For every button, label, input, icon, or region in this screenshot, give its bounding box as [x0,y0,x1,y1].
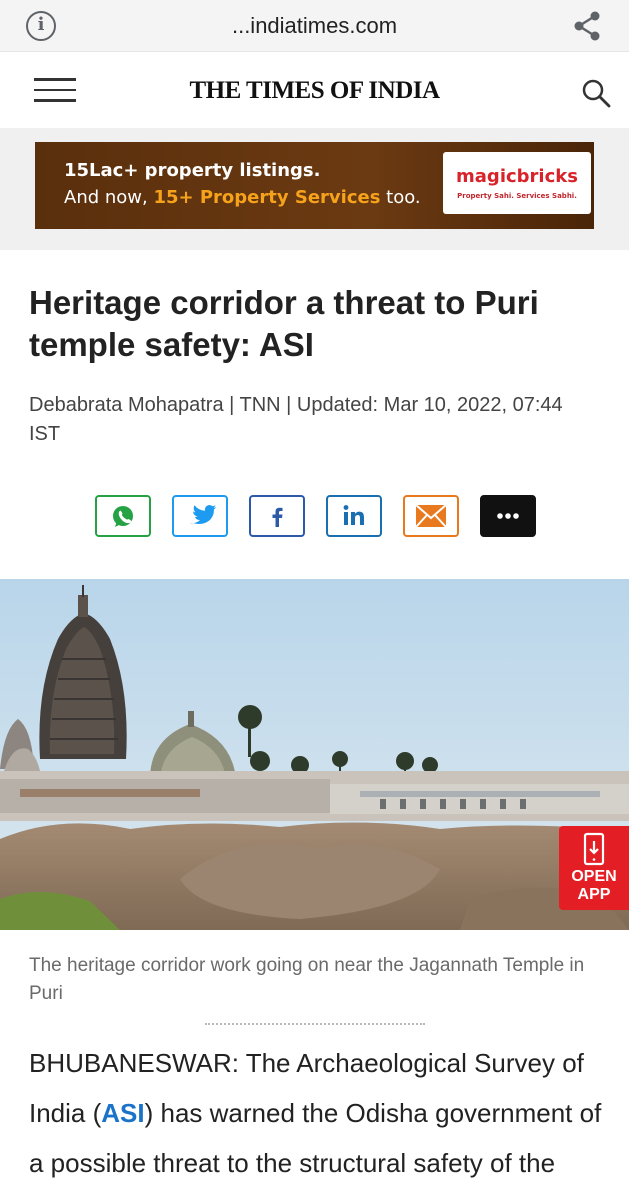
article-photo[interactable] [0,579,629,930]
email-icon [415,504,447,528]
article-headline: Heritage corridor a threat to Puri templ… [29,284,539,363]
photo-caption: The heritage corridor work going on near… [29,955,585,1004]
ad-line-1: 15Lac+ property listings. [64,160,321,181]
share-icon[interactable] [571,10,603,42]
facebook-icon [272,507,283,527]
linkedin-icon [343,505,364,525]
asi-link[interactable]: ASI [101,1098,144,1128]
ad-container: 15Lac+ property listings. And now, 15+ P… [0,128,629,250]
more-share-button[interactable] [480,495,536,537]
linkedin-share-button[interactable] [326,495,382,537]
jagannath-temple-image [0,579,629,930]
magicbricks-logo: magicbricks Property Sahi. Services Sabh… [443,152,591,214]
ad-line-2: And now, 15+ Property Services too. [64,187,421,208]
email-share-button[interactable] [403,495,459,537]
whatsapp-share-button[interactable] [95,495,151,537]
article-byline: Debabrata Mohapatra | TNN | Updated: Mar… [29,394,563,445]
twitter-share-button[interactable] [172,495,228,537]
open-app-button[interactable]: OPEN APP [559,826,629,910]
site-logo[interactable]: THE TIMES OF INDIA [0,77,629,105]
article-body: BHUBANESWAR: The Archaeological Survey o… [29,1048,602,1200]
magicbricks-ad-banner[interactable]: 15Lac+ property listings. And now, 15+ P… [35,142,594,229]
search-icon[interactable] [581,78,611,108]
twitter-icon [189,504,217,524]
browser-url-bar: i ...indiatimes.com [0,0,629,52]
more-icon [497,513,519,519]
facebook-share-button[interactable] [249,495,305,537]
whatsapp-icon [113,506,133,527]
site-header: THE TIMES OF INDIA [0,52,629,128]
url-domain[interactable]: ...indiatimes.com [0,13,629,39]
open-app-label: OPEN APP [571,868,617,903]
phone-icon [583,832,605,866]
caption-divider [205,1023,425,1025]
